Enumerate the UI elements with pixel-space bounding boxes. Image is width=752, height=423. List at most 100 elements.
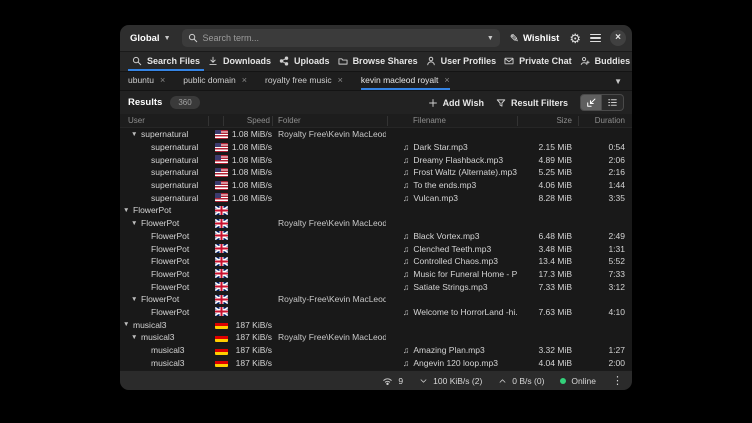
search-tab-kevin-macleod[interactable]: kevin macleod royalt × bbox=[361, 72, 450, 90]
file-name: Frost Waltz (Alternate).mp3 bbox=[413, 167, 517, 177]
search-placeholder: Search term... bbox=[203, 33, 482, 43]
table-row[interactable]: ▼ supernatural 1.08 MiB/s ♫ To the ends.… bbox=[120, 179, 632, 192]
table-row[interactable]: ▼ supernatural 1.08 MiB/s Royalty Free\K… bbox=[120, 128, 632, 141]
window-close-button[interactable]: × bbox=[610, 30, 626, 46]
file-name: Amazing Plan.mp3 bbox=[413, 345, 484, 355]
expander-icon[interactable]: ▼ bbox=[123, 321, 131, 328]
speed-value bbox=[226, 204, 272, 217]
table-row[interactable]: ▼ musical3 187 KiB/s ♫ Angevin 120 loop.… bbox=[120, 356, 632, 369]
table-row[interactable]: ▼ musical3 187 KiB/s Royalty Free\Kevin … bbox=[120, 331, 632, 344]
tab-uploads[interactable]: Uploads bbox=[275, 52, 334, 71]
result-filters-button[interactable]: Result Filters bbox=[496, 98, 568, 108]
download-rate-indicator[interactable]: 100 KiB/s (2) bbox=[419, 376, 482, 386]
folder-path bbox=[278, 306, 386, 319]
folder-path bbox=[278, 179, 386, 192]
search-tab-public-domain[interactable]: public domain × bbox=[183, 72, 247, 90]
tab-user-profiles[interactable]: User Profiles bbox=[422, 52, 501, 71]
wishlist-button[interactable]: ✎ Wishlist bbox=[507, 30, 563, 47]
file-name: Dark Star.mp3 bbox=[413, 142, 467, 152]
search-tab-royalty-free-music[interactable]: royalty free music × bbox=[265, 72, 343, 90]
upload-rate-indicator[interactable]: 0 B/s (0) bbox=[498, 376, 544, 386]
table-row[interactable]: ▼ FlowerPot ♫ Music for Funeral Home - P… bbox=[120, 268, 632, 281]
tab-downloads[interactable]: Downloads bbox=[204, 52, 275, 71]
music-note-icon: ♫ bbox=[403, 231, 409, 241]
table-row[interactable]: ▼ FlowerPot ♫ Controlled Chaos.mp3 13.4 … bbox=[120, 255, 632, 268]
close-icon[interactable]: × bbox=[242, 75, 247, 85]
tab-private-chat[interactable]: Private Chat bbox=[500, 52, 576, 71]
kebab-menu-icon[interactable]: ⋮ bbox=[612, 374, 623, 387]
table-row[interactable]: ▼ supernatural 1.08 MiB/s ♫ Dark Star.mp… bbox=[120, 141, 632, 154]
tab-buddies[interactable]: Buddies bbox=[576, 52, 632, 71]
preferences-gear-icon[interactable]: ⚙ bbox=[569, 32, 581, 45]
connection-status[interactable]: Online bbox=[560, 376, 596, 386]
table-row[interactable]: ▼ supernatural 1.08 MiB/s ♫ Vulcan.mp3 8… bbox=[120, 191, 632, 204]
expander-icon[interactable]: ▼ bbox=[131, 296, 139, 303]
results-toolbar: Results 360 Add Wish Result Filters bbox=[120, 91, 632, 114]
share-icon bbox=[279, 56, 289, 66]
file-size: 4.06 MiB bbox=[519, 179, 572, 192]
file-duration bbox=[576, 318, 625, 331]
table-row[interactable]: ▼ FlowerPot ♫ Welcome to HorrorLand -hi.… bbox=[120, 306, 632, 319]
table-row[interactable]: ▼ FlowerPot ♫ Clenched Teeth.mp3 3.48 Mi… bbox=[120, 242, 632, 255]
wishlist-label: Wishlist bbox=[523, 33, 559, 44]
results-count-badge: 360 bbox=[170, 96, 199, 109]
tab-overflow-chevron-icon[interactable]: ▼ bbox=[614, 77, 622, 86]
expander-icon[interactable]: ▼ bbox=[123, 207, 131, 214]
music-note-icon: ♫ bbox=[403, 358, 409, 368]
folder-path: Royalty Free\Kevin MacLeod\Music\ bbox=[278, 217, 386, 230]
user-name: supernatural bbox=[151, 180, 198, 190]
column-header-user[interactable]: User bbox=[128, 116, 145, 125]
speed-value bbox=[226, 217, 272, 230]
table-row[interactable]: ▼ FlowerPot ♫ Satiate Strings.mp3 7.33 M… bbox=[120, 280, 632, 293]
folder-path bbox=[278, 280, 386, 293]
speed-value: 1.08 MiB/s bbox=[226, 153, 272, 166]
table-row[interactable]: ▼ FlowerPot Royalty-Free\Kevin MacLeod\M… bbox=[120, 293, 632, 306]
tab-search-files[interactable]: Search Files bbox=[128, 52, 204, 71]
table-row[interactable]: ▼ FlowerPot ♫ bbox=[120, 204, 632, 217]
search-tab-ubuntu[interactable]: ubuntu × bbox=[128, 72, 165, 90]
speed-value: 187 KiB/s bbox=[226, 344, 272, 357]
file-size bbox=[519, 318, 572, 331]
tab-browse-shares[interactable]: Browse Shares bbox=[334, 52, 422, 71]
file-name: Dreamy Flashback.mp3 bbox=[413, 155, 503, 165]
column-header-duration[interactable]: Duration bbox=[576, 116, 625, 125]
speed-value bbox=[226, 306, 272, 319]
collapse-all-toggle-button[interactable] bbox=[580, 94, 602, 111]
user-name: FlowerPot bbox=[151, 282, 189, 292]
close-icon[interactable]: × bbox=[338, 75, 343, 85]
grouping-mode-button[interactable] bbox=[602, 94, 624, 111]
view-toggle-group bbox=[580, 94, 624, 111]
table-row[interactable]: ▼ musical3 187 KiB/s ♫ Amazing Plan.mp3 … bbox=[120, 344, 632, 357]
table-row[interactable]: ▼ musical3 187 KiB/s ♫ bbox=[120, 318, 632, 331]
chevron-down-icon: ▼ bbox=[164, 35, 171, 42]
close-icon[interactable]: × bbox=[444, 75, 449, 85]
download-icon bbox=[208, 56, 218, 66]
speed-value bbox=[226, 293, 272, 306]
file-duration: 3:35 bbox=[576, 191, 625, 204]
table-row[interactable]: ▼ FlowerPot Royalty Free\Kevin MacLeod\M… bbox=[120, 217, 632, 230]
list-icon bbox=[607, 97, 618, 108]
file-name: Satiate Strings.mp3 bbox=[413, 282, 487, 292]
user-name: musical3 bbox=[151, 358, 185, 368]
hamburger-menu-icon[interactable] bbox=[588, 32, 603, 45]
table-row[interactable]: ▼ supernatural 1.08 MiB/s ♫ Frost Waltz … bbox=[120, 166, 632, 179]
column-header-filename[interactable]: Filename bbox=[413, 116, 446, 125]
column-header-speed[interactable]: Speed bbox=[226, 116, 270, 125]
search-scope-dropdown[interactable]: Global ▼ bbox=[126, 31, 175, 46]
status-bar: 9 100 KiB/s (2) 0 B/s (0) Online ⋮ bbox=[120, 370, 632, 390]
file-size: 3.32 MiB bbox=[519, 344, 572, 357]
expander-icon[interactable]: ▼ bbox=[131, 220, 139, 227]
search-history-chevron-icon[interactable]: ▼ bbox=[487, 35, 494, 42]
folder-path bbox=[278, 230, 386, 243]
table-row[interactable]: ▼ supernatural 1.08 MiB/s ♫ Dreamy Flash… bbox=[120, 153, 632, 166]
expander-icon[interactable]: ▼ bbox=[131, 334, 139, 341]
column-header-folder[interactable]: Folder bbox=[278, 116, 301, 125]
folder-path bbox=[278, 318, 386, 331]
table-row[interactable]: ▼ FlowerPot ♫ Black Vortex.mp3 6.48 MiB … bbox=[120, 230, 632, 243]
close-icon[interactable]: × bbox=[160, 75, 165, 85]
search-input[interactable]: Search term... ▼ bbox=[182, 29, 500, 47]
add-wish-button[interactable]: Add Wish bbox=[428, 98, 484, 108]
user-name: FlowerPot bbox=[151, 269, 189, 279]
expander-icon[interactable]: ▼ bbox=[131, 131, 139, 138]
column-header-size[interactable]: Size bbox=[519, 116, 572, 125]
